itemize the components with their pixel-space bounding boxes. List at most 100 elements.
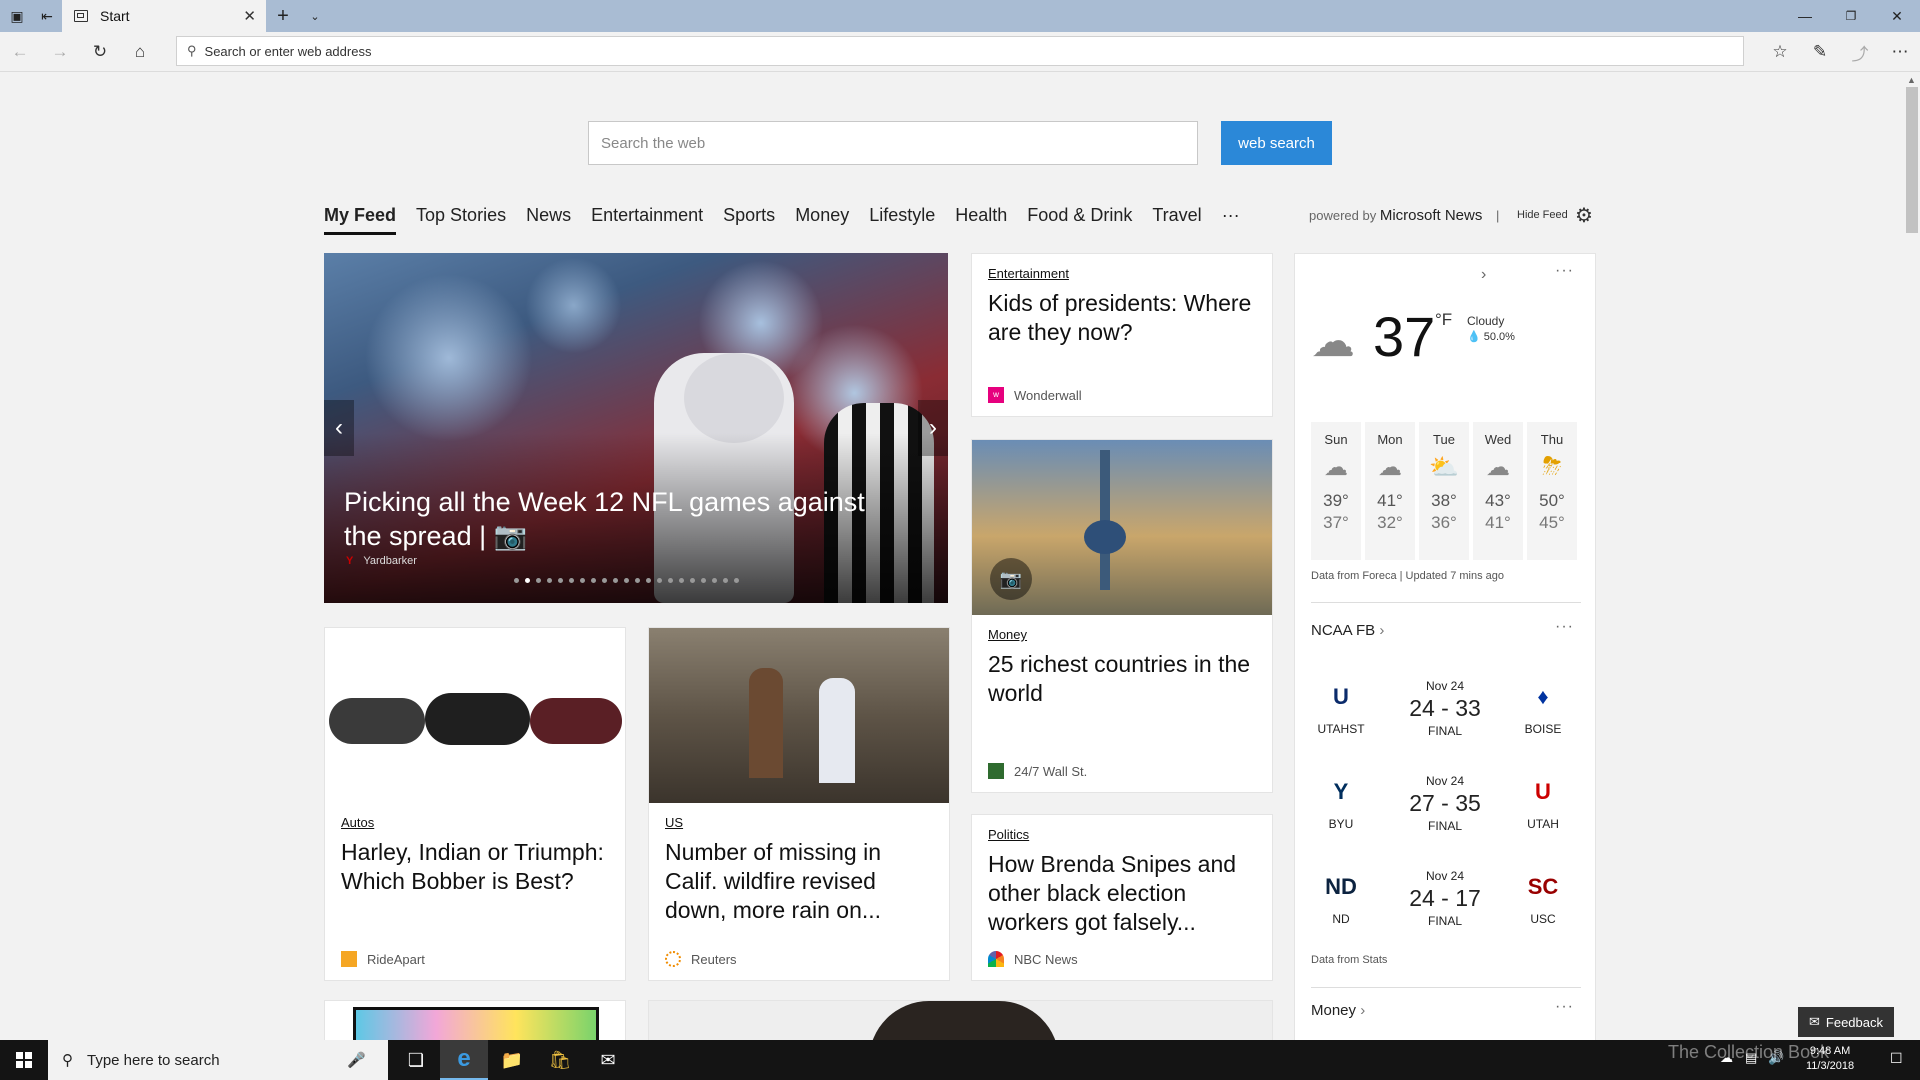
weather-unit[interactable]: °F bbox=[1435, 310, 1452, 330]
page-scrollbar[interactable]: ▲ bbox=[1904, 73, 1920, 1040]
restore-icon[interactable]: ❐ bbox=[1828, 0, 1874, 32]
refresh-icon[interactable]: ↻ bbox=[80, 32, 120, 72]
carousel-dot[interactable] bbox=[558, 578, 563, 583]
carousel-dot[interactable] bbox=[668, 578, 673, 583]
carousel-dot[interactable] bbox=[580, 578, 585, 583]
tab-preview-chevron-icon[interactable]: ⌄ bbox=[298, 0, 332, 32]
forecast-day[interactable]: Sun ☁ 39° 37° bbox=[1311, 422, 1361, 560]
gear-icon[interactable]: ⚙ bbox=[1575, 203, 1593, 228]
pen-icon[interactable]: ✎ bbox=[1800, 32, 1840, 72]
mail-icon[interactable]: ✉ bbox=[584, 1040, 632, 1080]
carousel-dot[interactable] bbox=[591, 578, 596, 583]
team-away[interactable]: Y BYU bbox=[1301, 779, 1381, 831]
web-search-button[interactable]: web search bbox=[1221, 121, 1332, 165]
card-category[interactable]: Entertainment bbox=[988, 266, 1069, 281]
carousel-dot[interactable] bbox=[624, 578, 629, 583]
carousel-dot[interactable] bbox=[657, 578, 662, 583]
notifications-icon[interactable]: ☐ bbox=[1890, 1050, 1903, 1067]
news-card-bobber[interactable]: Autos Harley, Indian or Triumph: Which B… bbox=[324, 627, 626, 981]
tab-health[interactable]: Health bbox=[955, 205, 1007, 235]
ncaa-more-icon[interactable]: ··· bbox=[1555, 618, 1574, 636]
share-icon[interactable]: ⤴ bbox=[1840, 32, 1880, 72]
web-search-input[interactable] bbox=[589, 122, 1197, 164]
news-card-richest[interactable]: 📷 Money 25 richest countries in the worl… bbox=[971, 439, 1273, 793]
carousel-dot[interactable] bbox=[569, 578, 574, 583]
carousel-dot[interactable] bbox=[613, 578, 618, 583]
task-view-icon[interactable]: ❏ bbox=[392, 1040, 440, 1080]
carousel-dot[interactable] bbox=[525, 578, 530, 583]
new-tab-icon[interactable]: + bbox=[266, 0, 300, 32]
news-card-wildfire[interactable]: US Number of missing in Calif. wildfire … bbox=[648, 627, 950, 981]
tab-actions-icon[interactable]: ▣ bbox=[0, 0, 34, 32]
store-icon[interactable]: 🛍 bbox=[536, 1040, 584, 1080]
carousel-dot[interactable] bbox=[602, 578, 607, 583]
more-icon[interactable]: ⋯ bbox=[1880, 32, 1920, 72]
carousel-dot[interactable] bbox=[646, 578, 651, 583]
windows-start-icon[interactable] bbox=[0, 1040, 48, 1080]
game-score[interactable]: Nov 24 27 - 35 FINAL bbox=[1385, 774, 1505, 833]
tab-my-feed[interactable]: My Feed bbox=[324, 205, 397, 235]
carousel-dot[interactable] bbox=[734, 578, 739, 583]
carousel-dot[interactable] bbox=[679, 578, 684, 583]
address-input[interactable] bbox=[204, 43, 1605, 59]
card-headline[interactable]: Number of missing in Calif. wildfire rev… bbox=[665, 838, 935, 925]
taskbar-search[interactable]: ⚲ 🎤 bbox=[48, 1040, 388, 1080]
minimize-icon[interactable]: — bbox=[1782, 0, 1828, 32]
card-headline[interactable]: 25 richest countries in the world bbox=[988, 650, 1258, 708]
feedback-button[interactable]: ✉ Feedback bbox=[1798, 1007, 1894, 1037]
tab-travel[interactable]: Travel bbox=[1152, 205, 1201, 235]
file-explorer-icon[interactable]: 📁 bbox=[488, 1040, 536, 1080]
microphone-icon[interactable]: 🎤 bbox=[347, 1051, 366, 1069]
forecast-day[interactable]: Mon ☁ 41° 32° bbox=[1365, 422, 1415, 560]
hero-carousel[interactable]: Picking all the Week 12 NFL games agains… bbox=[324, 253, 948, 603]
game-score[interactable]: Nov 24 24 - 17 FINAL bbox=[1385, 869, 1505, 928]
team-away[interactable]: U UTAHST bbox=[1301, 684, 1381, 736]
carousel-dot[interactable] bbox=[701, 578, 706, 583]
card-category[interactable]: US bbox=[665, 815, 683, 830]
card-category[interactable]: Money bbox=[988, 627, 1027, 642]
carousel-dot[interactable] bbox=[536, 578, 541, 583]
tab-money[interactable]: Money bbox=[795, 205, 849, 235]
tab-top-stories[interactable]: Top Stories bbox=[416, 205, 506, 235]
ncaa-credit[interactable]: Data from Stats bbox=[1311, 954, 1387, 966]
browser-tab[interactable]: Start ✕ bbox=[62, 0, 266, 32]
tab-more[interactable]: ··· bbox=[1222, 205, 1240, 235]
money-title[interactable]: Money › bbox=[1311, 1002, 1365, 1019]
scroll-up-icon[interactable]: ▲ bbox=[1907, 75, 1916, 85]
news-card-partial-wide[interactable] bbox=[648, 1000, 1273, 1040]
close-tab-icon[interactable]: ✕ bbox=[243, 7, 256, 25]
edge-icon[interactable]: e bbox=[440, 1040, 488, 1080]
home-icon[interactable]: ⌂ bbox=[120, 32, 160, 72]
card-headline[interactable]: Harley, Indian or Triumph: Which Bobber … bbox=[341, 838, 611, 896]
news-card-partial[interactable] bbox=[324, 1000, 626, 1040]
team-home[interactable]: ♦ BOISE bbox=[1503, 684, 1583, 736]
tab-news[interactable]: News bbox=[526, 205, 571, 235]
forecast-day[interactable]: Wed ☁ 43° 41° bbox=[1473, 422, 1523, 560]
news-card-snipes[interactable]: Politics How Brenda Snipes and other bla… bbox=[971, 814, 1273, 981]
team-home[interactable]: SC USC bbox=[1503, 874, 1583, 926]
team-home[interactable]: U UTAH bbox=[1503, 779, 1583, 831]
forecast-day[interactable]: Thu ⛈ 50° 45° bbox=[1527, 422, 1577, 560]
tab-lifestyle[interactable]: Lifestyle bbox=[869, 205, 935, 235]
carousel-dot[interactable] bbox=[514, 578, 519, 583]
card-category[interactable]: Autos bbox=[341, 815, 374, 830]
weather-more-icon[interactable]: ··· bbox=[1555, 262, 1574, 280]
forecast-day[interactable]: Tue ⛅ 38° 36° bbox=[1419, 422, 1469, 560]
microsoft-news-link[interactable]: Microsoft News bbox=[1380, 207, 1483, 224]
news-card-kids[interactable]: Entertainment Kids of presidents: Where … bbox=[971, 253, 1273, 417]
taskbar-search-input[interactable] bbox=[87, 1051, 347, 1069]
tab-sports[interactable]: Sports bbox=[723, 205, 775, 235]
hide-feed-link[interactable]: Hide Feed bbox=[1517, 209, 1568, 221]
back-icon[interactable]: ← bbox=[0, 32, 40, 72]
ncaa-title[interactable]: NCAA FB › bbox=[1311, 622, 1384, 639]
tab-food-drink[interactable]: Food & Drink bbox=[1027, 205, 1132, 235]
address-bar[interactable]: ⚲ bbox=[176, 36, 1744, 66]
tab-entertainment[interactable]: Entertainment bbox=[591, 205, 703, 235]
card-category[interactable]: Politics bbox=[988, 827, 1029, 842]
card-headline[interactable]: Kids of presidents: Where are they now? bbox=[988, 289, 1258, 347]
carousel-next-icon[interactable]: › bbox=[918, 400, 948, 456]
close-window-icon[interactable]: ✕ bbox=[1874, 0, 1920, 32]
scrollbar-thumb[interactable] bbox=[1906, 87, 1918, 233]
forward-icon[interactable]: → bbox=[40, 32, 80, 72]
carousel-dot[interactable] bbox=[712, 578, 717, 583]
